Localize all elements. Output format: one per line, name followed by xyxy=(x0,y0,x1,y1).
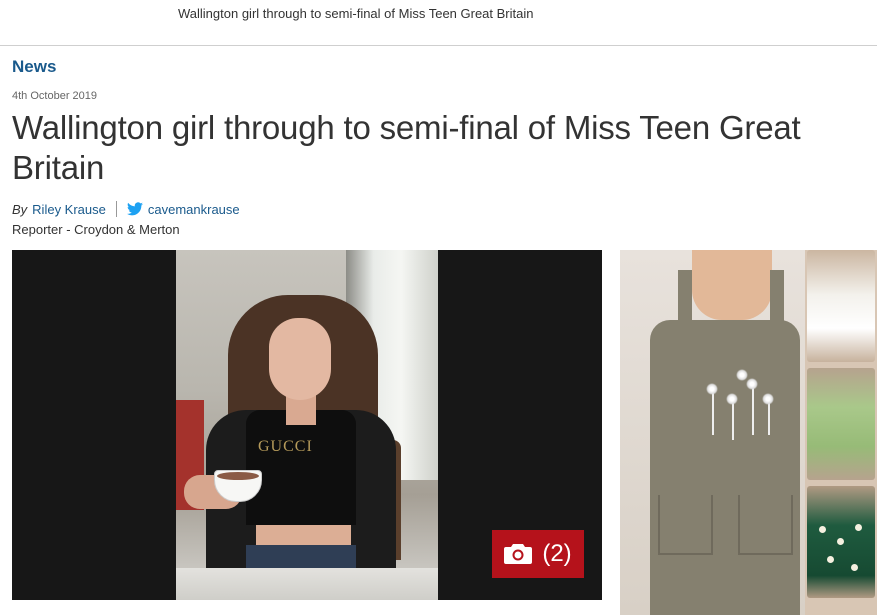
byline-prefix: By xyxy=(12,201,28,217)
twitter-handle-link[interactable]: cavemankrause xyxy=(148,202,240,217)
twitter-bird-icon[interactable] xyxy=(126,202,143,216)
sticky-article-title: Wallington girl through to semi-final of… xyxy=(178,6,534,21)
ad-main-image xyxy=(620,250,805,615)
photo-girl-with-coffee: GUCCI xyxy=(176,250,438,600)
camera-icon xyxy=(504,544,533,564)
article-main-image[interactable]: GUCCI (2) xyxy=(12,250,602,600)
advertisement[interactable] xyxy=(620,250,877,615)
ad-thumb-green-top xyxy=(807,368,875,480)
gallery-count: (2) xyxy=(542,540,572,567)
byline-divider xyxy=(115,201,117,217)
ad-thumbnails xyxy=(805,250,877,615)
top-sticky-bar: Wallington girl through to semi-final of… xyxy=(0,0,877,46)
ad-overall-dress xyxy=(650,320,800,615)
section-link-news[interactable]: News xyxy=(12,57,56,77)
author-role: Reporter - Croydon & Merton xyxy=(12,222,180,237)
shirt-logo-text: GUCCI xyxy=(258,438,313,455)
author-link[interactable]: Riley Krause xyxy=(32,202,106,217)
ad-thumb-dotted-top xyxy=(807,486,875,598)
article-headline: Wallington girl through to semi-final of… xyxy=(12,109,801,186)
byline: By Riley Krause cavemankrause xyxy=(12,200,240,218)
publish-date: 4th October 2019 xyxy=(12,90,98,102)
gallery-button[interactable]: (2) xyxy=(492,530,584,578)
ad-thumb-white-top xyxy=(807,250,875,362)
